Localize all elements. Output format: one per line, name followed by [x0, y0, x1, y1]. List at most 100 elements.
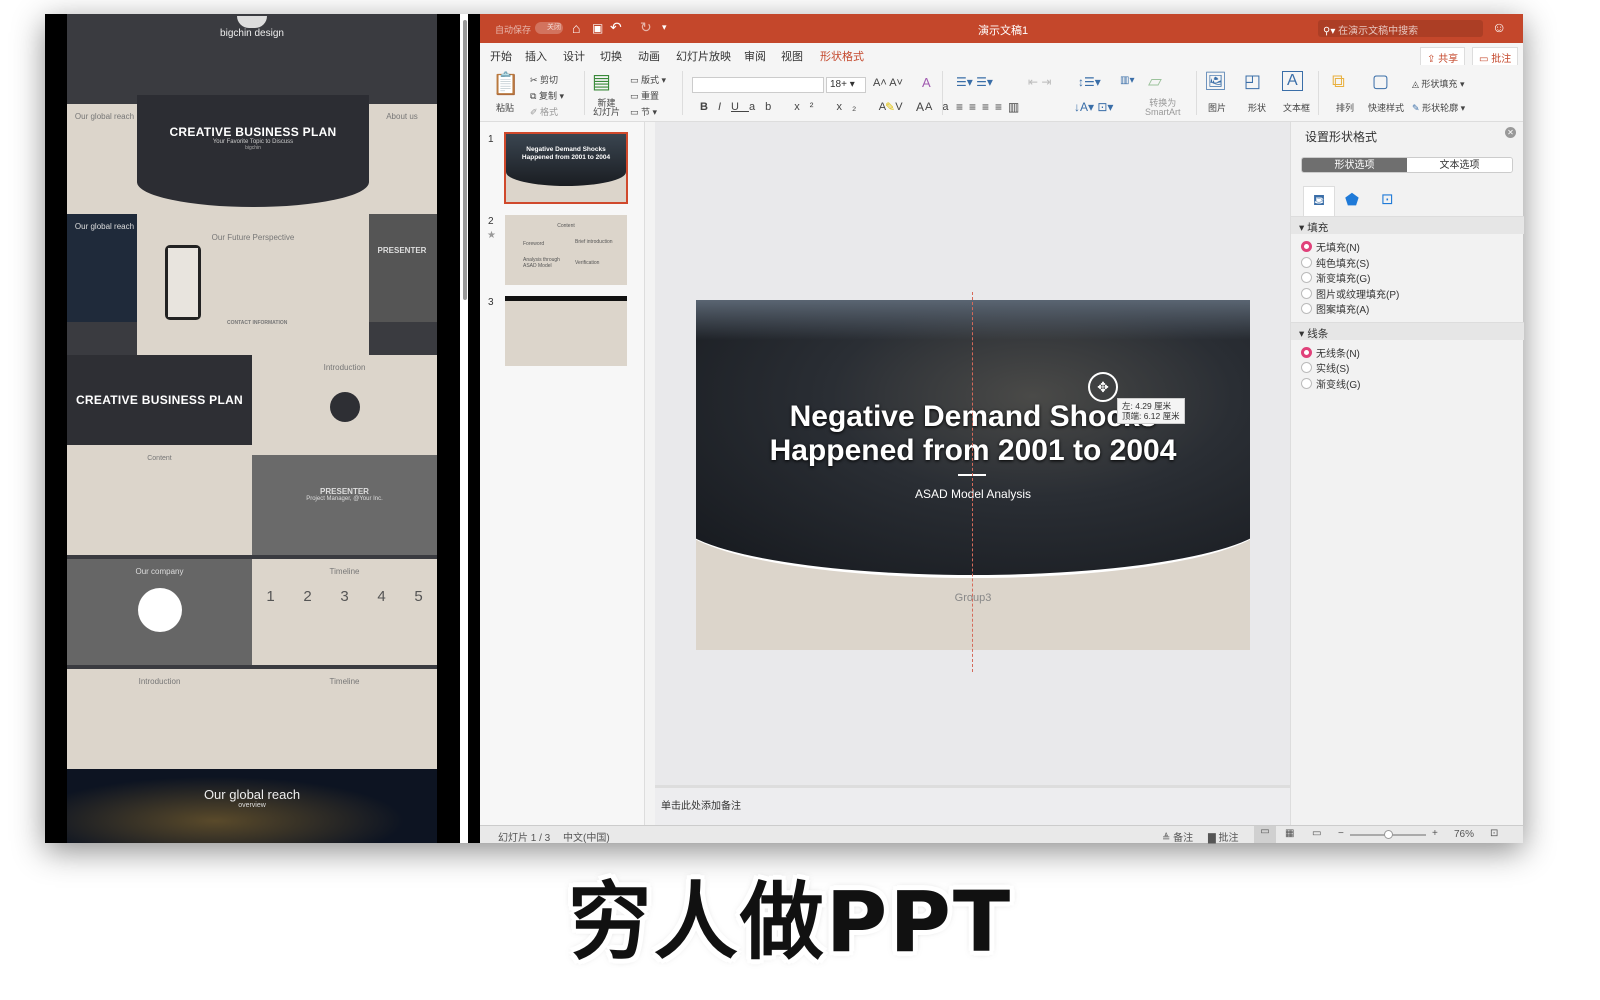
fill-section-header[interactable]: ▾ 填充: [1291, 216, 1524, 234]
radio-pattern-fill[interactable]: 图案填充(A): [1301, 301, 1524, 317]
reading-view-button[interactable]: ▭: [1312, 828, 1321, 839]
tab-4[interactable]: 动画: [638, 48, 660, 64]
zoom-slider-thumb[interactable]: [1384, 830, 1393, 839]
tab-2[interactable]: 设计: [563, 48, 585, 64]
language-status[interactable]: 中文(中国): [563, 829, 610, 844]
reset-button[interactable]: ▭ 重置: [630, 89, 659, 102]
autosave-toggle[interactable]: 关闭: [535, 22, 563, 34]
line-section-header[interactable]: ▾ 线条: [1291, 321, 1524, 340]
effects-pentagon-icon[interactable]: ⬟: [1345, 190, 1359, 210]
arrange-icon[interactable]: ⧉: [1332, 71, 1345, 92]
tab-5[interactable]: 幻灯片放映: [676, 48, 731, 64]
slide-sorter-button[interactable]: ▦: [1285, 828, 1294, 839]
fit-to-window-icon[interactable]: ⊡: [1490, 828, 1498, 839]
tab-8[interactable]: 形状格式: [820, 48, 864, 64]
shape-fill-button[interactable]: ◬ 形状填充 ▾: [1412, 77, 1464, 90]
tab-6[interactable]: 审阅: [744, 48, 766, 64]
layout-button[interactable]: ▭ 版式 ▾: [630, 73, 666, 86]
notes-toggle[interactable]: ≜ 备注: [1162, 829, 1193, 844]
slide-title-line2[interactable]: Happened from 2001 to 2004: [696, 434, 1250, 468]
radio-gradient-fill[interactable]: 渐变填充(G): [1301, 270, 1524, 286]
tab-text-options[interactable]: 文本选项: [1407, 158, 1512, 172]
section-button[interactable]: ▭ 节 ▾: [630, 105, 657, 118]
slide-thumbnail-3[interactable]: [505, 296, 627, 366]
clear-formatting-icon[interactable]: A: [922, 75, 931, 90]
slide-subtitle[interactable]: ASAD Model Analysis: [696, 487, 1250, 501]
home-icon[interactable]: ⌂: [572, 20, 580, 36]
format-painter-button[interactable]: ✐ 格式: [530, 105, 558, 118]
group-label[interactable]: Group3: [696, 592, 1250, 604]
font-size-select[interactable]: 18+ ▾: [826, 77, 866, 93]
size-properties-icon[interactable]: ⊡: [1381, 190, 1394, 208]
slide[interactable]: Negative Demand Shocks Happened from 200…: [696, 300, 1250, 650]
bullets-icon[interactable]: ☰▾ ☰▾: [956, 75, 993, 89]
customize-toolbar-icon[interactable]: ▾: [662, 22, 667, 33]
textbox-icon[interactable]: A: [1282, 71, 1303, 91]
indent-icons[interactable]: ⇤ ⇥: [1028, 75, 1051, 89]
line-spacing-icon[interactable]: ↕☰▾: [1078, 75, 1101, 89]
zoom-in-button[interactable]: +: [1432, 828, 1438, 839]
picture-icon[interactable]: 🖼: [1204, 71, 1227, 92]
radio-no-fill[interactable]: 无填充(N): [1301, 239, 1524, 255]
notes-pane[interactable]: 单击此处添加备注: [655, 785, 1290, 825]
close-icon[interactable]: ✕: [1505, 127, 1516, 138]
arrange-button[interactable]: 排列: [1336, 101, 1354, 114]
textbox-button[interactable]: 文本框: [1283, 101, 1310, 114]
cut-button[interactable]: ✂ 剪切: [530, 73, 558, 86]
normal-view-button[interactable]: ▭: [1254, 826, 1276, 843]
slide-number: 3: [488, 297, 494, 308]
radio-solid-fill[interactable]: 纯色填充(S): [1301, 255, 1524, 271]
new-slide-icon[interactable]: ▤: [592, 69, 611, 94]
smiley-feedback-icon[interactable]: ☺: [1492, 19, 1506, 35]
scrollbar[interactable]: [463, 20, 467, 300]
comments-toggle[interactable]: ▇ 批注: [1208, 829, 1238, 844]
slide-thumbnails-panel: 1 Negative Demand Shocks Happened from 20…: [480, 122, 645, 825]
copy-button[interactable]: ⧉ 复制 ▾: [530, 89, 564, 102]
zoom-out-button[interactable]: −: [1338, 828, 1344, 839]
shape-icon[interactable]: ◰: [1244, 71, 1261, 92]
slide-thumbnail-2[interactable]: Content Foreword Brief introduction Anal…: [505, 215, 627, 285]
align-icons[interactable]: ≡≡≡≡▥: [956, 100, 1025, 114]
smartart-icon[interactable]: ▱: [1148, 71, 1162, 92]
search-input[interactable]: ⚲▾ 在演示文稿中搜索: [1318, 20, 1483, 37]
shape-button[interactable]: 形状: [1248, 101, 1266, 114]
fill-line-icon[interactable]: ⛾: [1303, 186, 1335, 216]
preview-card: Timeline: [252, 669, 437, 769]
paste-button[interactable]: 粘贴: [496, 101, 514, 114]
convert-smartart-button[interactable]: 转换为 SmartArt: [1145, 99, 1181, 117]
tab-shape-options[interactable]: 形状选项: [1302, 158, 1407, 172]
columns-icon[interactable]: ▥▾: [1120, 75, 1134, 86]
comments-label: 批注: [1491, 54, 1512, 65]
font-name-select[interactable]: [692, 77, 824, 93]
radio-solid-line[interactable]: 实线(S): [1301, 360, 1524, 376]
paste-icon[interactable]: 📋: [492, 71, 519, 97]
text-direction-icon[interactable]: ↓A▾ ⊡▾: [1074, 100, 1113, 114]
radio-no-line[interactable]: 无线条(N): [1301, 345, 1524, 361]
card-subtitle: Project Manager, @Your Inc.: [306, 496, 383, 502]
radio-picture-fill[interactable]: 图片或纹理填充(P): [1301, 286, 1524, 302]
shape-outline-button[interactable]: ✎ 形状轮廓 ▾: [1412, 101, 1465, 114]
radio-label: 图片或纹理填充(P): [1316, 289, 1400, 301]
slide-canvas[interactable]: Negative Demand Shocks Happened from 200…: [655, 122, 1290, 785]
increase-font-icon[interactable]: A˄ A˅: [873, 77, 903, 89]
tab-3[interactable]: 切换: [600, 48, 622, 64]
font-color-icon[interactable]: A: [916, 100, 924, 114]
quick-styles-icon[interactable]: ▢: [1372, 71, 1389, 92]
save-icon[interactable]: ▣: [592, 21, 603, 35]
highlight-icon[interactable]: ✎: [885, 100, 895, 114]
slide-thumbnail-1[interactable]: Negative Demand Shocks Happened from 2001…: [504, 132, 628, 204]
undo-icon[interactable]: ↶: [610, 19, 622, 36]
picture-button[interactable]: 图片: [1208, 101, 1226, 114]
tab-1[interactable]: 插入: [525, 48, 547, 64]
ribbon-tabs: 开始 插入 设计 切换 动画 幻灯片放映 审阅 视图 形状格式: [480, 43, 1523, 68]
document-title: 演示文稿1: [978, 25, 1029, 37]
zoom-level[interactable]: 76%: [1454, 829, 1474, 840]
zoom-slider[interactable]: [1350, 830, 1426, 839]
redo-icon[interactable]: ↻: [640, 19, 652, 36]
radio-gradient-line[interactable]: 渐变线(G): [1301, 376, 1524, 392]
card-title: Timeline: [329, 677, 360, 686]
hero-card: CREATIVE BUSINESS PLAN Your Favorite Top…: [137, 95, 369, 355]
tab-7[interactable]: 视图: [781, 48, 803, 64]
quick-styles-button[interactable]: 快速样式: [1368, 101, 1404, 114]
new-slide-button[interactable]: 新建 幻灯片: [593, 99, 620, 117]
